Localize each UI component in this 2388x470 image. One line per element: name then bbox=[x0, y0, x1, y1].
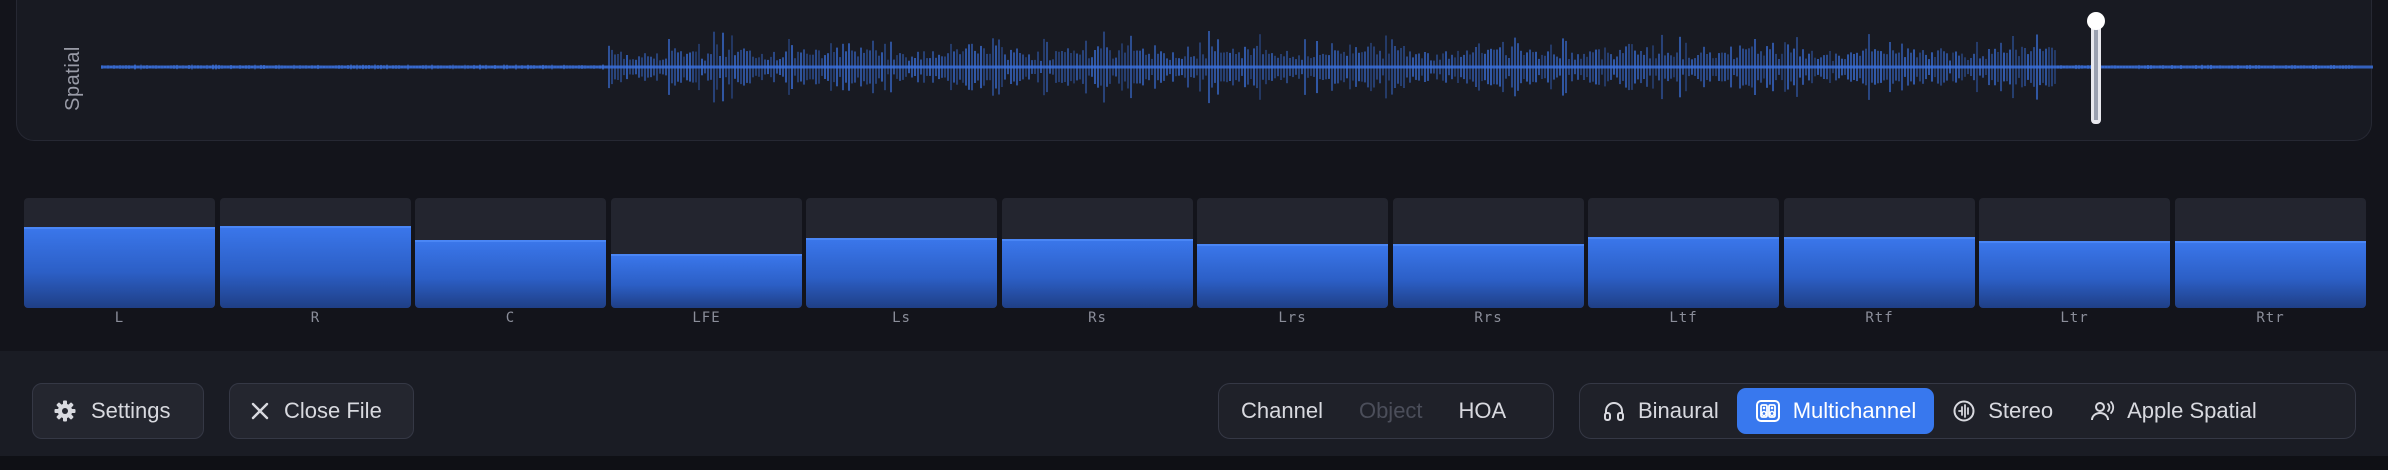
output-tab-multichannel[interactable]: Multichannel bbox=[1736, 388, 1935, 434]
meter-c bbox=[415, 198, 606, 308]
output-tab-binaural[interactable]: Binaural bbox=[1584, 388, 1737, 434]
speakers-icon bbox=[1755, 398, 1781, 424]
meter-r bbox=[220, 198, 411, 308]
close-file-button[interactable]: Close File bbox=[229, 383, 414, 439]
output-tab-label: Multichannel bbox=[1792, 398, 1917, 423]
output-tab-label: Stereo bbox=[1988, 398, 2054, 423]
meter-label: Rtf bbox=[1865, 310, 1894, 326]
meter-rs bbox=[1002, 198, 1193, 308]
meter-level bbox=[806, 237, 997, 308]
meter-level bbox=[611, 254, 802, 308]
meter-level bbox=[220, 225, 411, 308]
gear-icon bbox=[54, 400, 76, 422]
meter-lfe bbox=[611, 198, 802, 308]
format-tab-label: Object bbox=[1358, 398, 1423, 423]
meter-level bbox=[1979, 240, 2170, 308]
meter-label: L bbox=[114, 310, 125, 326]
stereo-icon bbox=[1952, 399, 1976, 423]
output-tab-stereo[interactable]: Stereo bbox=[1934, 388, 2071, 434]
format-tab-channel[interactable]: Channel bbox=[1223, 388, 1341, 434]
meter-label: Ls bbox=[892, 310, 911, 326]
meter-level bbox=[2175, 240, 2366, 308]
settings-button[interactable]: Settings bbox=[32, 383, 204, 439]
meter-level bbox=[1784, 236, 1975, 308]
output-tab-apple-spatial[interactable]: Apple Spatial bbox=[2071, 388, 2275, 434]
meter-rtr bbox=[2175, 198, 2366, 308]
format-tab-label: Channel bbox=[1241, 398, 1323, 423]
output-tab-label: Apple Spatial bbox=[2127, 398, 2257, 423]
meter-level bbox=[24, 226, 215, 308]
meter-ltr bbox=[1979, 198, 2170, 308]
output-tab-label: Binaural bbox=[1638, 398, 1719, 423]
format-tab-object: Object bbox=[1341, 388, 1441, 434]
playhead-handle[interactable] bbox=[2087, 12, 2105, 30]
waveform[interactable] bbox=[17, 0, 2373, 141]
format-tab-hoa[interactable]: HOA bbox=[1441, 388, 1525, 434]
meter-label: Ltr bbox=[2060, 310, 2089, 326]
settings-label: Settings bbox=[91, 398, 171, 423]
meter-rtf bbox=[1784, 198, 1975, 308]
meter-label: Rs bbox=[1088, 310, 1107, 326]
meter-label: C bbox=[505, 310, 516, 326]
format-segmented-control: Channel Object HOA bbox=[1218, 383, 1554, 439]
meter-level bbox=[1588, 236, 1779, 308]
meter-level bbox=[1197, 244, 1388, 308]
close-file-label: Close File bbox=[284, 398, 382, 423]
format-tab-label: HOA bbox=[1458, 398, 1507, 423]
channel-meters: L R C LFE Ls Rs Lrs Rrs Ltf Rtf Ltr Rtr bbox=[0, 174, 2388, 350]
headphones-icon bbox=[1602, 399, 1626, 423]
meter-ltf bbox=[1588, 198, 1779, 308]
meter-label: R bbox=[310, 310, 321, 326]
meter-ls bbox=[806, 198, 997, 308]
close-icon bbox=[251, 402, 269, 420]
spatial-person-icon bbox=[2089, 399, 2115, 423]
meter-label: Rtr bbox=[2256, 310, 2285, 326]
bottom-toolbar: Settings Close File Channel Object HOA Bin… bbox=[0, 351, 2388, 456]
meter-l bbox=[24, 198, 215, 308]
waveform-label: Spatial bbox=[61, 45, 84, 111]
meter-lrs bbox=[1197, 198, 1388, 308]
bottom-strip bbox=[0, 456, 2388, 470]
meter-rrs bbox=[1393, 198, 1584, 308]
meter-level bbox=[1393, 244, 1584, 308]
meter-level bbox=[415, 239, 606, 308]
meter-label: LFE bbox=[692, 310, 721, 326]
meter-label: Ltf bbox=[1669, 310, 1698, 326]
meter-label: Lrs bbox=[1278, 310, 1307, 326]
waveform-panel[interactable]: Spatial bbox=[16, 0, 2373, 141]
meter-label: Rrs bbox=[1474, 310, 1503, 326]
meter-level bbox=[1002, 238, 1193, 308]
output-segmented-control: Binaural Multichannel Stereo Apple Spatial bbox=[1579, 383, 2356, 439]
